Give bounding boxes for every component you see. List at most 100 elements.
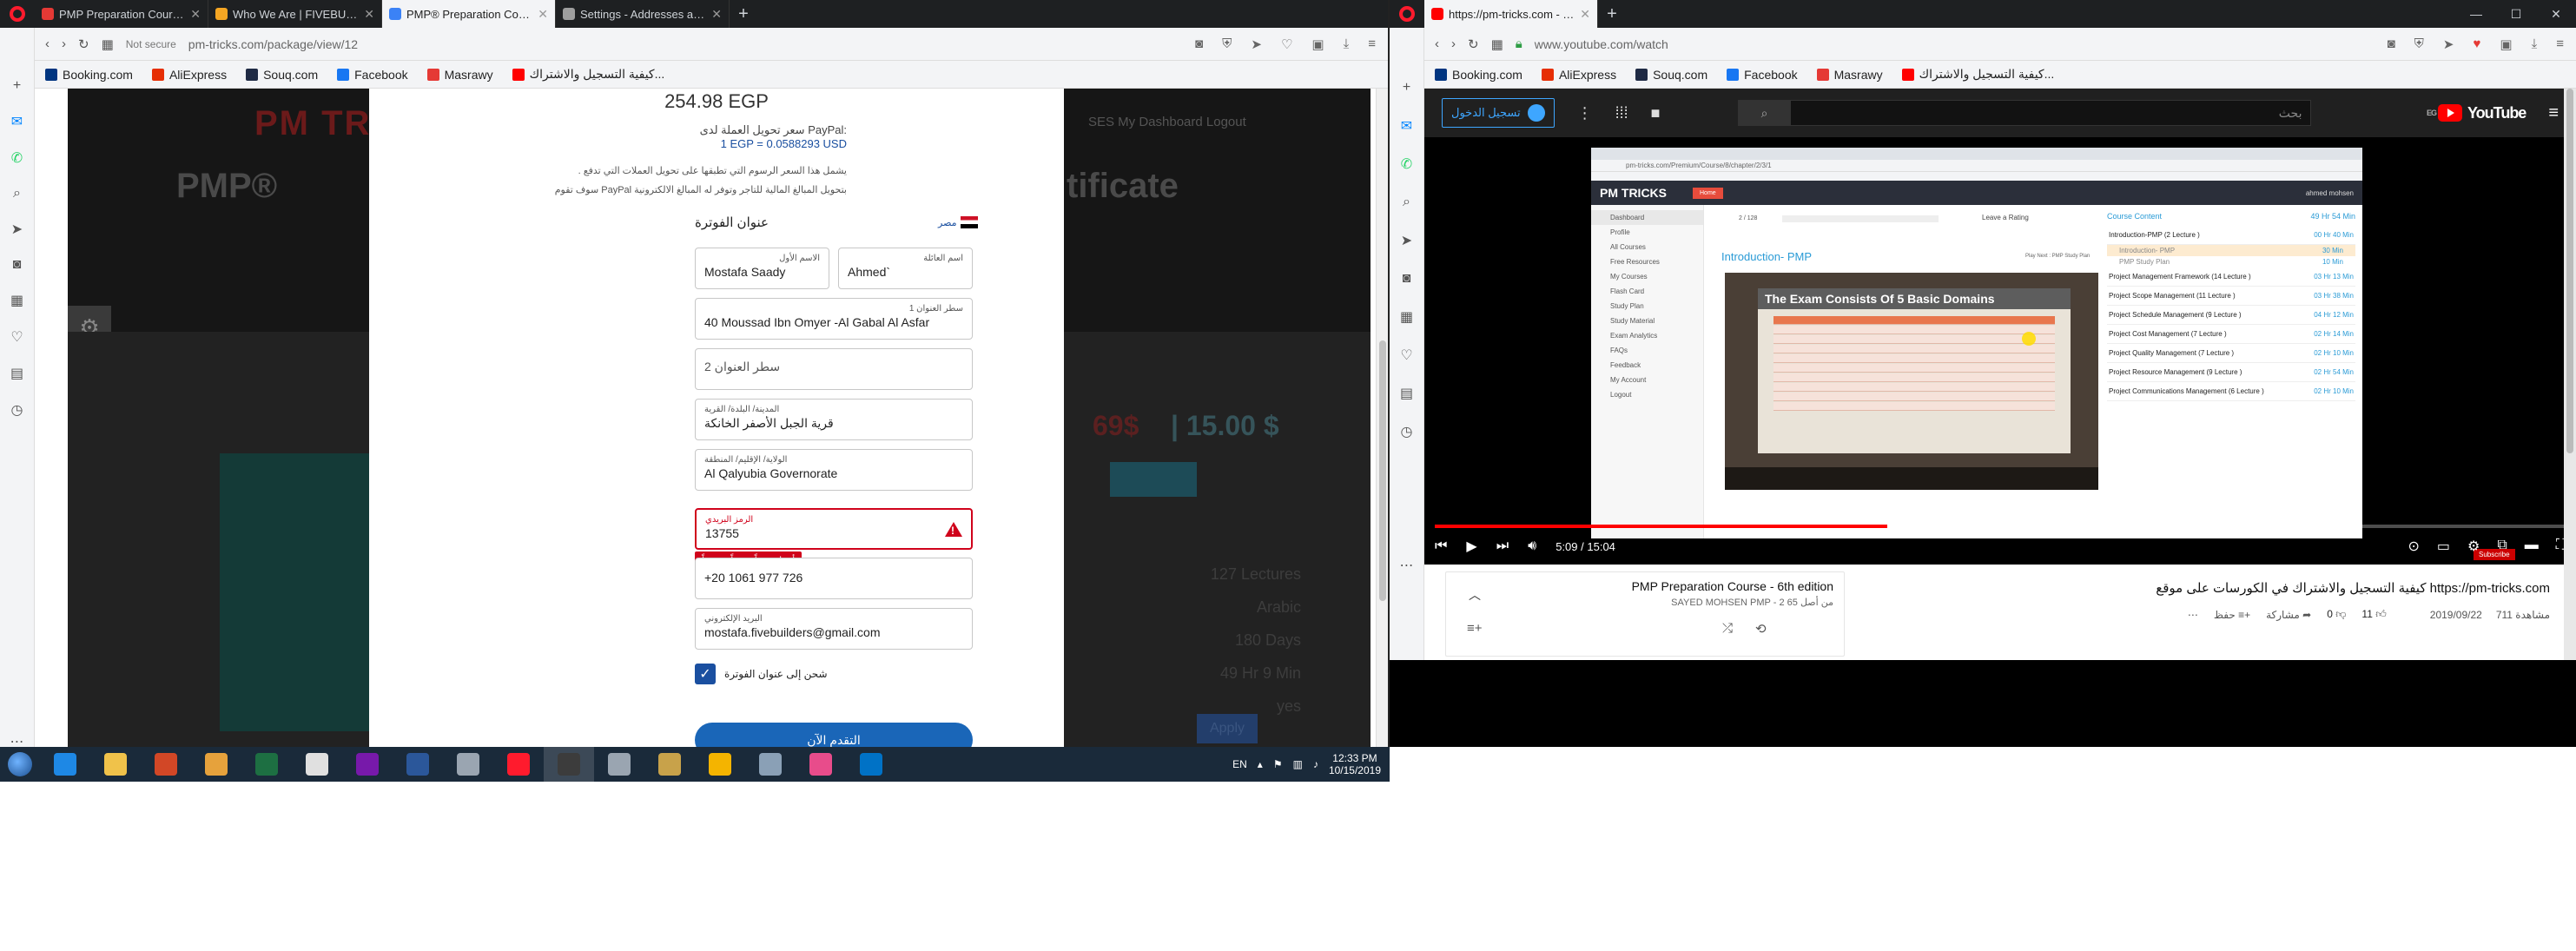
tab[interactable]: PMP® Preparation Course ✕ <box>382 0 556 28</box>
shuffle-icon[interactable]: ⤮ <box>1722 621 1733 637</box>
governorate-field[interactable]: الولاية/ الإقليم/ المنطقة Al Qalyubia Go… <box>695 449 973 491</box>
send-icon[interactable]: ➤ <box>1251 36 1262 52</box>
taskbar-ie-icon[interactable] <box>40 747 90 782</box>
collapse-icon[interactable]: ︿ <box>1469 586 1481 604</box>
language-indicator[interactable]: EN <box>1232 758 1247 770</box>
security-label[interactable]: Not secure <box>126 38 176 50</box>
hamburger-menu-icon[interactable]: ≡ <box>2548 103 2559 123</box>
bookmark[interactable]: AliExpress <box>1541 68 1616 82</box>
apply-button[interactable]: Apply <box>1197 714 1258 743</box>
postal-code-field[interactable]: الرمز البريدي 13755 <box>695 508 973 550</box>
playlist-title[interactable]: PMP Preparation Course - 6th edition <box>1632 579 1833 593</box>
taskbar-opera-icon[interactable] <box>493 747 544 782</box>
search-input[interactable]: بحث <box>1790 100 2312 126</box>
first-name-field[interactable]: الاسم الأول Mostafa Saady <box>695 248 829 289</box>
loop-icon[interactable]: ⟲ <box>1755 621 1767 637</box>
bookmark[interactable]: Masrawy <box>1816 68 1883 82</box>
download-icon[interactable]: ⤓ <box>2532 36 2538 52</box>
progress-bar[interactable] <box>1435 525 2566 528</box>
url-input[interactable]: www.youtube.com/watch <box>1535 37 2375 51</box>
camera-icon[interactable]: ◙ <box>1397 269 1417 288</box>
bookmark[interactable]: Souq.com <box>1635 68 1707 82</box>
taskbar-app-icon[interactable] <box>544 747 594 782</box>
continue-button[interactable]: التقدم الآن <box>695 723 973 747</box>
send-icon[interactable]: ➤ <box>2443 36 2454 52</box>
more-actions-icon[interactable]: ⋯ <box>2188 609 2198 621</box>
bookmark[interactable]: Masrawy <box>426 68 493 82</box>
volume-icon[interactable]: 🔊︎ <box>1528 538 1536 554</box>
like-button[interactable]: 11 👍︎ <box>2361 608 2386 621</box>
heart-icon[interactable]: ♥ <box>2474 36 2481 52</box>
messenger-icon[interactable]: ✉ <box>8 113 27 130</box>
taskbar-word-icon[interactable] <box>393 747 443 782</box>
new-tab-button[interactable]: + <box>730 0 757 28</box>
back-icon[interactable]: ‹ <box>1435 36 1439 51</box>
ship-to-billing[interactable]: ✓ شحن إلى عنوان الفوترة <box>695 664 828 684</box>
tab[interactable]: https://pm-tricks.com - Yo ✕ <box>1424 0 1598 28</box>
close-tab-icon[interactable]: ✕ <box>1580 7 1590 22</box>
opera-menu-icon[interactable] <box>0 0 35 28</box>
history-icon[interactable]: ◷ <box>1397 422 1417 441</box>
heart-icon[interactable]: ♡ <box>1397 346 1417 365</box>
more-icon[interactable]: ⋯ <box>1397 556 1417 575</box>
send-icon[interactable]: ➤ <box>1397 231 1417 250</box>
whatsapp-icon[interactable]: ✆ <box>1397 155 1417 174</box>
volume-icon[interactable]: ♪ <box>1313 758 1318 770</box>
search-icon[interactable]: ⌕ <box>1738 100 1791 126</box>
whatsapp-icon[interactable]: ✆ <box>8 149 27 167</box>
history-icon[interactable]: ◷ <box>8 401 27 419</box>
pm-nav[interactable]: SES My Dashboard Logout <box>1088 115 1246 129</box>
taskbar-tool-icon[interactable] <box>443 747 493 782</box>
url-input[interactable]: pm-tricks.com/package/view/12 <box>188 37 1183 51</box>
bookmark[interactable]: كيفية التسجيل والاشتراك... <box>512 67 664 82</box>
close-icon[interactable]: ✕ <box>2536 0 2576 28</box>
right-scrollbar[interactable] <box>2564 89 2576 660</box>
taskbar-explorer-icon[interactable] <box>90 747 141 782</box>
menu-icon[interactable]: ≡ <box>1368 36 1376 52</box>
address-line1-field[interactable]: سطر العنوان 1 40 Moussad Ibn Omyer -Al G… <box>695 298 973 340</box>
news-icon[interactable]: ▤ <box>8 365 27 382</box>
taskbar-pen-icon[interactable] <box>594 747 644 782</box>
camera-icon[interactable]: ◙ <box>8 257 27 273</box>
shield-icon[interactable]: ⛨ <box>1222 36 1232 52</box>
checkbox-checked-icon[interactable]: ✓ <box>695 664 716 684</box>
forward-icon[interactable]: › <box>1451 36 1456 51</box>
tab[interactable]: PMP Preparation Course fo ✕ <box>35 0 208 28</box>
back-icon[interactable]: ‹ <box>45 36 50 51</box>
close-tab-icon[interactable]: ✕ <box>364 7 374 22</box>
opera-menu-icon[interactable] <box>1390 0 1424 28</box>
bookmark[interactable]: Booking.com <box>45 68 133 82</box>
taskbar-onenote-icon[interactable] <box>342 747 393 782</box>
start-button[interactable] <box>0 747 40 782</box>
youtube-logo[interactable]: EG YouTube <box>2427 104 2526 122</box>
more-icon[interactable]: ⋯ <box>8 733 27 747</box>
minimize-icon[interactable]: — <box>2456 0 2496 28</box>
flag-icon[interactable]: ⚑ <box>1273 758 1283 770</box>
bookmark[interactable]: Souq.com <box>246 68 318 82</box>
autoplay-toggle-icon[interactable]: ⊙ <box>2408 538 2419 555</box>
messenger-icon[interactable]: ✉ <box>1397 116 1417 135</box>
tray-arrow-icon[interactable]: ▴ <box>1258 758 1263 770</box>
taskbar-excel-icon[interactable] <box>241 747 292 782</box>
heart-icon[interactable]: ♡ <box>1281 36 1292 52</box>
play-icon[interactable]: ▶ <box>1466 538 1476 555</box>
camera-icon[interactable]: ◙ <box>1195 36 1203 52</box>
miniplayer-icon[interactable]: ⧉ <box>2497 538 2507 555</box>
network-icon[interactable]: ▥ <box>1293 758 1303 770</box>
reload-icon[interactable]: ↻ <box>78 36 89 52</box>
phone-field[interactable]: +20 1061 977 726 <box>695 558 973 599</box>
forward-icon[interactable]: › <box>62 36 66 51</box>
news-icon[interactable]: ▤ <box>1397 384 1417 403</box>
last-name-field[interactable]: اسم العائلة Ahmed` <box>838 248 973 289</box>
taskbar-itunes-icon[interactable] <box>796 747 846 782</box>
taskbar-media-icon[interactable] <box>191 747 241 782</box>
shield-icon[interactable]: ⛨ <box>2414 36 2424 52</box>
close-tab-icon[interactable]: ✕ <box>190 7 201 22</box>
bookmark[interactable]: كيفية التسجيل والاشتراك... <box>1901 67 2054 82</box>
share-button[interactable]: مشاركة ➦ <box>2266 609 2311 621</box>
close-tab-icon[interactable]: ✕ <box>711 7 722 22</box>
bookmark[interactable]: AliExpress <box>151 68 227 82</box>
country-edit-label[interactable]: مصر <box>938 217 957 228</box>
theater-icon[interactable]: ▬ <box>2525 538 2539 555</box>
tabs-grid-icon[interactable]: ▦ <box>102 36 114 52</box>
